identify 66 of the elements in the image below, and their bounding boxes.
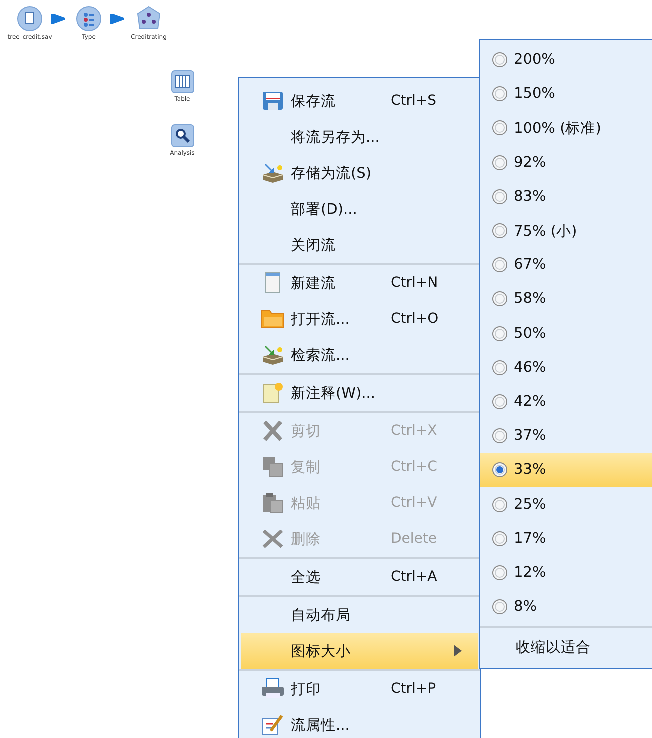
radio-menu-item[interactable]: 100% (标准) xyxy=(480,111,652,146)
type-node-icon[interactable] xyxy=(76,6,102,32)
cross-icon xyxy=(262,530,284,548)
radio-menu-item[interactable]: 200% xyxy=(480,43,652,78)
radio-icon xyxy=(492,496,508,513)
radio-icon xyxy=(492,188,508,205)
clipboard-icon xyxy=(262,492,284,514)
radio-icon xyxy=(492,291,508,308)
flow-arrow-icon xyxy=(110,14,124,24)
note-icon xyxy=(262,382,284,404)
radio-menu-item[interactable]: 33% xyxy=(480,453,652,488)
menu-item[interactable]: 图标大小 xyxy=(241,633,478,669)
radio-menu-item[interactable]: 42% xyxy=(480,384,652,420)
radio-icon xyxy=(492,462,508,478)
radio-icon xyxy=(492,223,508,240)
radio-icon xyxy=(492,428,508,444)
flow-arrow-icon xyxy=(51,14,65,24)
radio-menu-item[interactable]: 67% xyxy=(480,248,652,282)
radio-menu-item[interactable]: 8% xyxy=(480,590,652,624)
radio-menu-item[interactable]: 46% xyxy=(480,350,652,385)
radio-menu-item[interactable]: 25% xyxy=(480,487,652,522)
table-node-icon[interactable] xyxy=(170,70,194,94)
menu-item[interactable]: 保存流 Ctrl+S xyxy=(241,83,478,119)
menu-item[interactable]: 部署(D)... xyxy=(241,191,478,227)
folder-icon xyxy=(261,309,285,329)
menu-item[interactable]: 全选 Ctrl+A xyxy=(241,559,478,595)
radio-icon xyxy=(492,86,508,102)
menu-item[interactable]: 关闭流 xyxy=(241,227,478,263)
document-icon xyxy=(264,272,282,294)
radio-icon xyxy=(492,326,508,342)
radio-icon xyxy=(492,120,508,136)
radio-menu-item[interactable]: 12% xyxy=(480,556,652,590)
radio-icon xyxy=(492,599,508,616)
radio-menu-item[interactable]: 150% xyxy=(480,77,652,112)
menu-item[interactable]: 流属性... xyxy=(241,707,478,738)
radio-menu-item[interactable]: 50% xyxy=(480,316,652,351)
radio-icon xyxy=(492,52,508,68)
radio-icon xyxy=(492,564,508,581)
box-arrow-icon xyxy=(261,345,285,365)
radio-icon xyxy=(492,360,508,376)
printer-icon xyxy=(261,678,285,700)
menu-item[interactable]: 新建流 Ctrl+N xyxy=(241,265,478,301)
pencil-icon xyxy=(262,714,284,736)
radio-icon xyxy=(492,530,508,547)
radio-menu-item[interactable]: 17% xyxy=(480,522,652,556)
menu-item[interactable]: 自动布局 xyxy=(241,597,478,633)
box-arrow-icon xyxy=(261,163,285,183)
search-node-icon[interactable] xyxy=(170,124,194,148)
copy-icon xyxy=(262,456,284,478)
radio-menu-item[interactable]: 92% xyxy=(480,146,652,180)
menu-item[interactable]: 打开流... Ctrl+O xyxy=(241,301,478,337)
radio-menu-item[interactable]: 75% (小) xyxy=(480,214,652,248)
radio-menu-item[interactable]: 83% xyxy=(480,180,652,214)
menu-item[interactable]: 检索流... xyxy=(241,337,478,373)
menu-item[interactable]: 存储为流(S) xyxy=(241,155,478,191)
network-node-icon[interactable] xyxy=(136,6,162,32)
document-node-icon[interactable] xyxy=(17,6,43,32)
radio-icon xyxy=(492,257,508,274)
radio-icon xyxy=(492,394,508,410)
menu-item[interactable]: 将流另存为... xyxy=(241,119,478,155)
menu-item[interactable]: 打印 Ctrl+P xyxy=(241,671,478,707)
menu-item[interactable]: 收缩以适合 xyxy=(480,630,652,664)
menu-item[interactable]: 新注释(W)... xyxy=(241,375,478,411)
radio-icon xyxy=(492,154,508,171)
radio-menu-item[interactable]: 58% xyxy=(480,282,652,316)
radio-menu-item[interactable]: 37% xyxy=(480,419,652,454)
